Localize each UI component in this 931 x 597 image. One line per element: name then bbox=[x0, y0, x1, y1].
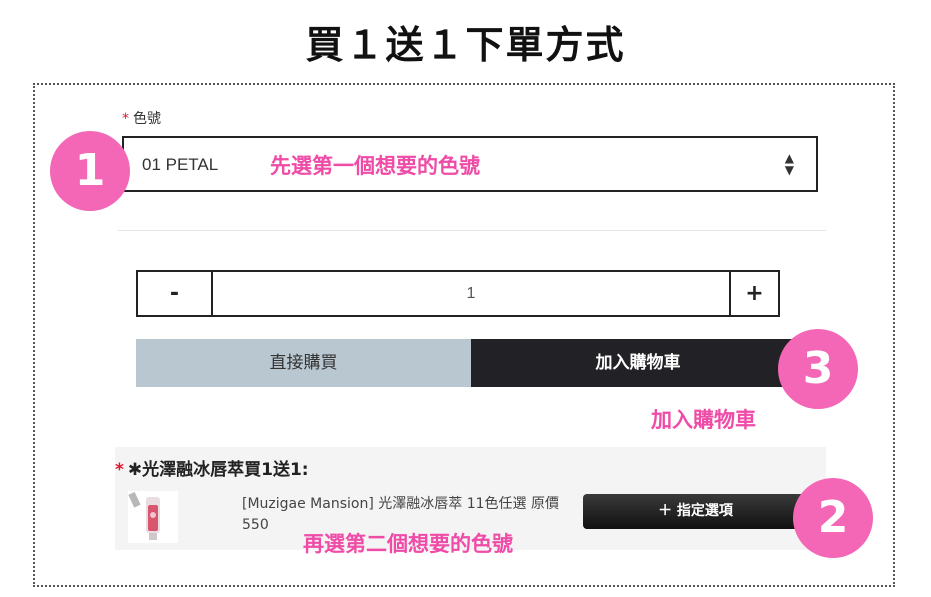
buy-now-button[interactable]: 直接購買 bbox=[136, 339, 471, 387]
quantity-input[interactable]: 1 bbox=[211, 270, 731, 317]
select-arrows-icon: ▲ ▼ bbox=[784, 151, 794, 177]
product-thumbnail bbox=[128, 491, 178, 543]
quantity-plus-button[interactable]: + bbox=[729, 270, 780, 317]
divider bbox=[118, 230, 826, 231]
step1-note: 先選第一個想要的色號 bbox=[270, 154, 480, 178]
color-field-label: * 色號 bbox=[122, 108, 161, 128]
lip-product-image bbox=[128, 491, 178, 543]
step2-note: 再選第二個想要的色號 bbox=[303, 532, 513, 556]
step3-note: 加入購物車 bbox=[651, 408, 756, 432]
step2-badge: 2 bbox=[793, 478, 873, 558]
step1-badge: 1 bbox=[50, 131, 130, 211]
gift-title: * ✱光澤融冰唇萃買1送1: bbox=[115, 455, 309, 480]
gift-title-text: ✱光澤融冰唇萃買1送1: bbox=[127, 460, 309, 480]
color-select-value: 01 PETAL bbox=[142, 155, 219, 174]
specify-option-button[interactable]: ＋ 指定選項 bbox=[583, 494, 808, 529]
color-label-text: 色號 bbox=[133, 111, 161, 127]
page-title: 買１送１下單方式 bbox=[305, 23, 626, 67]
step3-badge: 3 bbox=[778, 329, 858, 409]
quantity-minus-button[interactable]: - bbox=[136, 270, 213, 317]
required-mark: * bbox=[122, 111, 129, 127]
gift-required-mark: * bbox=[115, 460, 124, 480]
add-to-cart-button[interactable]: 加入購物車 bbox=[471, 339, 805, 387]
